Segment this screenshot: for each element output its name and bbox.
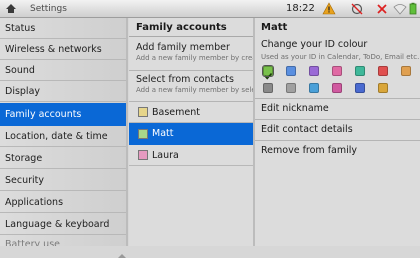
divider: [129, 70, 253, 71]
change-id-colour-title: Change your ID colour: [261, 39, 368, 50]
colour-swatch[interactable]: [355, 83, 365, 93]
clock: 18:22: [286, 3, 315, 14]
family-member-laura[interactable]: Laura: [129, 145, 253, 166]
family-accounts-panel: Family accounts Add family member Add a …: [118, 18, 255, 258]
member-name: Matt: [152, 128, 174, 139]
menu-item-security[interactable]: Security: [0, 170, 126, 191]
warning-icon[interactable]: [322, 2, 336, 15]
colour-swatch[interactable]: [263, 83, 273, 93]
colour-swatch[interactable]: [355, 66, 365, 76]
member-colour-swatch: [138, 128, 148, 139]
window-title: Settings: [30, 3, 67, 14]
status-bar: Settings 18:22: [0, 0, 420, 18]
family-accounts-header: Family accounts: [129, 18, 253, 37]
member-detail-header: Matt: [261, 22, 288, 33]
menu-item-sound[interactable]: Sound: [0, 60, 126, 81]
colour-swatch[interactable]: [286, 83, 296, 93]
menu-item-battery-use[interactable]: Battery use: [0, 236, 126, 246]
colour-swatch[interactable]: [309, 66, 319, 76]
edit-nickname-button[interactable]: Edit nickname: [255, 98, 420, 118]
member-colour-swatch: [138, 150, 148, 160]
colour-swatch[interactable]: [309, 83, 319, 93]
colour-swatch[interactable]: [378, 66, 388, 76]
add-family-member-sub: Add a new family member by creating: [136, 54, 253, 62]
wifi-icon: [393, 2, 407, 15]
select-from-contacts-button[interactable]: Select from contacts Add a new family me…: [129, 74, 253, 94]
member-name: Basement: [152, 106, 200, 118]
menu-item-location-date-time[interactable]: Location, date & time: [0, 126, 126, 147]
settings-menu: Status Wireless & networks Sound Display…: [0, 18, 128, 246]
colour-swatch[interactable]: [401, 66, 411, 76]
colour-swatch[interactable]: [262, 65, 274, 80]
menu-item-display[interactable]: Display: [0, 81, 126, 102]
member-name: Laura: [152, 149, 179, 161]
menu-item-applications[interactable]: Applications: [0, 192, 126, 213]
menu-item-wireless-networks[interactable]: Wireless & networks: [0, 39, 126, 60]
menu-item-status[interactable]: Status: [0, 18, 126, 39]
menu-item-language-keyboard[interactable]: Language & keyboard: [0, 214, 126, 235]
select-from-contacts-label: Select from contacts: [136, 74, 234, 85]
remove-from-family-button[interactable]: Remove from family: [255, 140, 420, 160]
close-icon[interactable]: [375, 2, 389, 15]
member-detail-panel: Matt Change your ID colour Used as your …: [255, 18, 420, 246]
colour-swatch[interactable]: [332, 66, 342, 76]
menu-item-storage[interactable]: Storage: [0, 148, 126, 169]
add-family-member-button[interactable]: Add family member Add a new family membe…: [129, 42, 253, 62]
battery-icon: [408, 2, 418, 15]
menu-item-family-accounts[interactable]: Family accounts: [0, 103, 126, 126]
edit-contact-details-button[interactable]: Edit contact details: [255, 119, 420, 139]
home-icon[interactable]: [0, 0, 22, 17]
alarm-off-icon[interactable]: [350, 2, 364, 15]
colour-swatch[interactable]: [378, 83, 388, 93]
scroll-indicator-icon: [118, 254, 126, 258]
add-family-member-label: Add family member: [136, 42, 230, 53]
member-colour-swatch: [138, 107, 148, 117]
colour-swatch[interactable]: [286, 66, 296, 76]
colour-swatch[interactable]: [332, 83, 342, 93]
family-member-matt[interactable]: Matt: [129, 123, 253, 145]
select-from-contacts-sub: Add a new family member by selecting: [136, 86, 253, 94]
change-id-colour-subtitle: Used as your ID in Calendar, ToDo, Email…: [261, 53, 419, 61]
check-icon: [264, 73, 273, 80]
family-member-basement[interactable]: Basement: [129, 102, 253, 123]
